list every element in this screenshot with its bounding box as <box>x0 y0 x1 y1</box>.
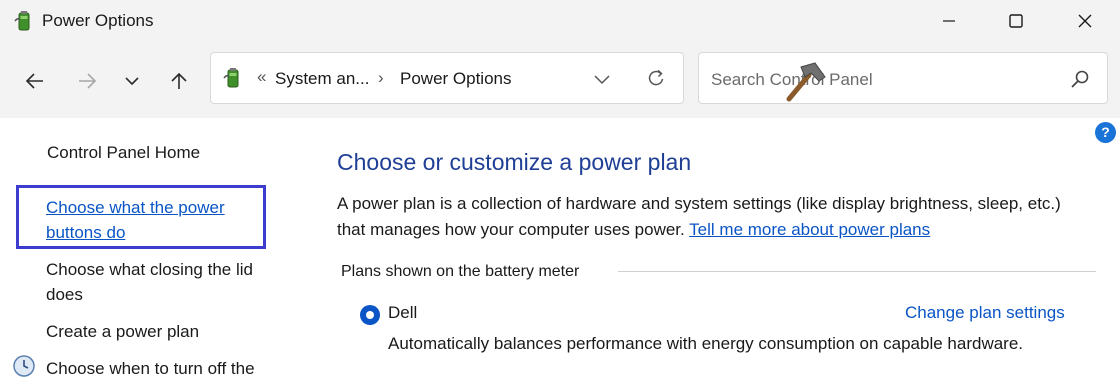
link-line: Choose what the power <box>46 198 225 217</box>
search-input[interactable] <box>709 67 1053 93</box>
up-button[interactable] <box>162 66 196 96</box>
refresh-icon[interactable] <box>645 67 667 89</box>
clock-icon <box>13 355 35 377</box>
title-bar: Power Options <box>0 0 1120 42</box>
power-options-icon <box>223 68 239 88</box>
link-line: buttons do <box>46 223 126 242</box>
address-bar[interactable]: « System an... › Power Options <box>210 52 684 104</box>
plans-group-label: Plans shown on the battery meter <box>341 263 580 280</box>
description-text: that manages how your computer uses powe… <box>337 220 685 239</box>
breadcrumb-power-options[interactable]: Power Options <box>400 69 512 89</box>
maximize-button[interactable] <box>985 0 1047 42</box>
page-title: Choose or customize a power plan <box>337 149 692 175</box>
chevron-down-icon[interactable] <box>591 68 613 90</box>
hammer-icon <box>786 62 826 102</box>
control-panel-home-link[interactable]: Control Panel Home <box>47 140 200 165</box>
description-line: A power plan is a collection of hardware… <box>337 194 1061 213</box>
plan-description: Automatically balances performance with … <box>388 334 1024 353</box>
navigation-bar: « System an... › Power Options <box>0 42 1120 118</box>
forward-icon <box>79 73 97 89</box>
minimize-icon <box>943 20 955 22</box>
recent-locations-button[interactable] <box>115 66 149 96</box>
breadcrumb-separator[interactable]: › <box>378 68 384 88</box>
maximize-icon <box>1009 14 1023 28</box>
plan-radio-dell[interactable] <box>360 305 380 325</box>
choose-lid-action-link[interactable]: Choose what closing the lid does <box>46 257 253 307</box>
turn-off-display-link[interactable]: Choose when to turn off the <box>46 356 255 381</box>
group-divider <box>618 271 1096 272</box>
up-icon <box>171 72 187 89</box>
minimize-button[interactable] <box>918 0 980 42</box>
link-line: Choose what closing the lid <box>46 260 253 279</box>
back-icon <box>25 73 43 89</box>
page-description: A power plan is a collection of hardware… <box>337 191 1107 243</box>
search-icon[interactable] <box>1069 68 1091 90</box>
change-plan-settings-link[interactable]: Change plan settings <box>905 303 1065 323</box>
close-button[interactable] <box>1054 0 1116 42</box>
plan-name[interactable]: Dell <box>388 303 417 323</box>
power-options-icon <box>14 11 30 31</box>
choose-power-buttons-link[interactable]: Choose what the power buttons do <box>46 195 225 245</box>
forward-button[interactable] <box>70 66 104 96</box>
window-title: Power Options <box>42 11 154 30</box>
back-button[interactable] <box>18 66 52 96</box>
close-icon <box>1078 14 1092 28</box>
help-icon[interactable]: ? <box>1095 122 1116 143</box>
breadcrumb-system[interactable]: System an... <box>275 69 369 89</box>
recent-locations-icon <box>125 77 139 86</box>
breadcrumb-overflow[interactable]: « <box>257 67 266 87</box>
search-box[interactable] <box>698 52 1108 104</box>
learn-more-link[interactable]: Tell me more about power plans <box>689 220 930 239</box>
link-line: does <box>46 285 83 304</box>
description-line-2: that manages how your computer uses powe… <box>337 217 1107 243</box>
create-power-plan-link[interactable]: Create a power plan <box>46 319 199 344</box>
